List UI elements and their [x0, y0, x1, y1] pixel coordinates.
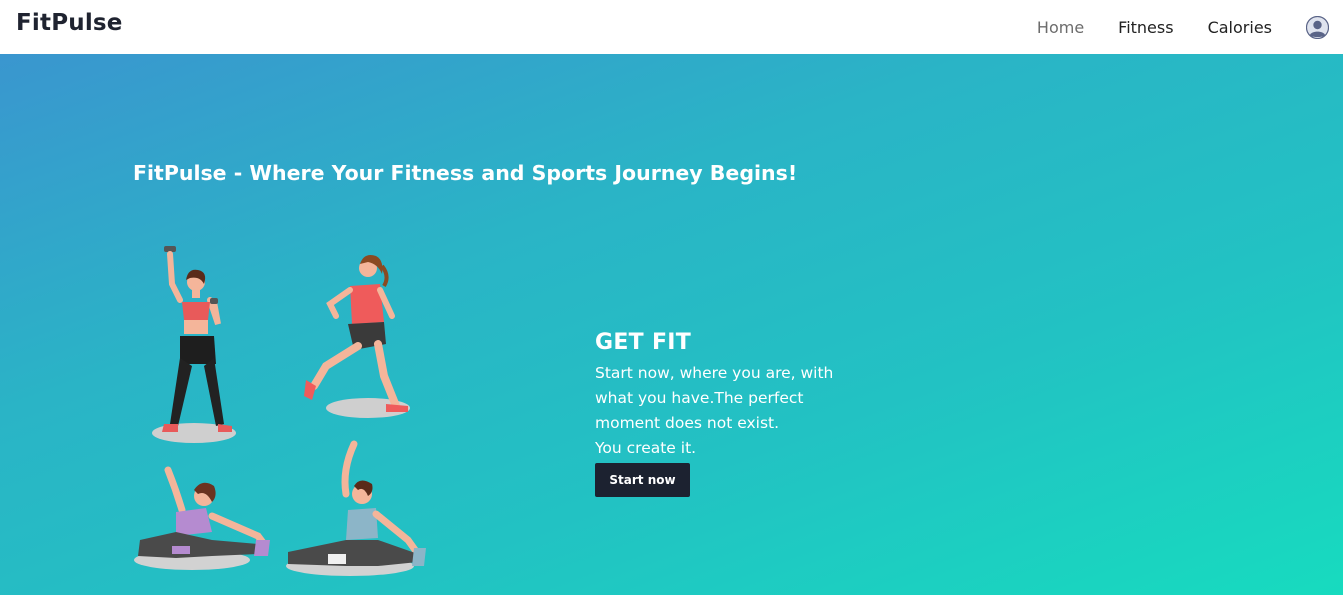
hero-title: FitPulse - Where Your Fitness and Sports… — [133, 161, 798, 185]
start-now-button[interactable]: Start now — [595, 463, 690, 497]
top-navbar: FitPulse Home Fitness Calories — [0, 0, 1343, 54]
brand-logo[interactable]: FitPulse — [16, 10, 123, 36]
nav-link-fitness[interactable]: Fitness — [1118, 18, 1173, 37]
fitness-illustration — [128, 240, 428, 590]
stretching-woman-figure — [134, 466, 270, 570]
cta-block: GET FIT Start now, where you are, with w… — [595, 330, 855, 497]
seated-stretch-woman-figure — [286, 440, 426, 576]
hero-section: FitPulse - Where Your Fitness and Sports… — [0, 54, 1343, 595]
nav-link-calories[interactable]: Calories — [1208, 18, 1272, 37]
user-avatar-icon[interactable] — [1305, 15, 1330, 39]
cta-text: Start now, where you are, with what you … — [595, 364, 834, 457]
running-woman-figure — [304, 255, 410, 418]
nav-links: Home Fitness Calories — [1003, 0, 1330, 54]
nav-link-home[interactable]: Home — [1037, 18, 1084, 37]
cta-heading: GET FIT — [595, 330, 692, 355]
dumbbell-woman-figure — [152, 246, 236, 443]
